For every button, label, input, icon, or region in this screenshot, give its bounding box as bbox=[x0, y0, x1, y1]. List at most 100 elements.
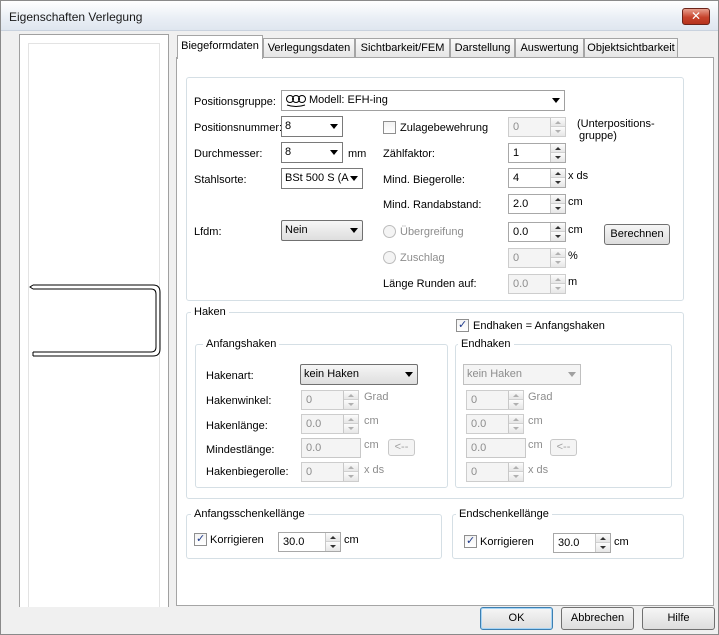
end-hakenart-combo[interactable]: kein Haken bbox=[463, 364, 581, 385]
spin-down-icon[interactable] bbox=[551, 258, 565, 267]
spin-up-icon[interactable] bbox=[551, 223, 565, 232]
end-hakenlaenge-spinner[interactable]: 0.0 bbox=[466, 414, 524, 434]
help-button[interactable]: Hilfe bbox=[642, 607, 715, 630]
spin-up-icon[interactable] bbox=[344, 415, 358, 424]
randabstand-spinner[interactable]: 2.0 bbox=[508, 194, 566, 214]
spin-down-icon[interactable] bbox=[551, 153, 565, 162]
anfangsschenkel-spinner[interactable]: 30.0 bbox=[278, 532, 341, 552]
spin-down-icon[interactable] bbox=[344, 424, 358, 433]
tab-auswertung[interactable]: Auswertung bbox=[515, 38, 584, 58]
positionsgruppe-combo[interactable]: Modell: EFH-ing bbox=[281, 90, 565, 111]
zuschlag-value: 0 bbox=[513, 252, 520, 264]
spin-buttons bbox=[595, 534, 610, 552]
zaehlfaktor-spinner[interactable]: 1 bbox=[508, 143, 566, 163]
randabstand-label: Mind. Randabstand: bbox=[383, 199, 482, 211]
durchmesser-combo[interactable]: 8 bbox=[281, 142, 343, 163]
spin-down-icon[interactable] bbox=[326, 542, 340, 551]
tab-objektsichtbarkeit[interactable]: Objektsichtbarkeit bbox=[584, 38, 678, 58]
spin-up-icon[interactable] bbox=[326, 533, 340, 542]
end-hakenlaenge-value: 0.0 bbox=[471, 418, 487, 430]
spin-down-icon[interactable] bbox=[551, 284, 565, 293]
spin-down-icon[interactable] bbox=[509, 424, 523, 433]
zulage-spinner[interactable]: 0 bbox=[508, 117, 566, 137]
spin-buttons bbox=[550, 144, 565, 162]
tab-page-biegeformdaten: Positionsgruppe: Modell: EFH-ing Positio… bbox=[176, 57, 714, 606]
tab-darstellung[interactable]: Darstellung bbox=[450, 38, 515, 58]
spin-up-icon[interactable] bbox=[551, 195, 565, 204]
durchmesser-value: 8 bbox=[285, 146, 292, 158]
randabstand-value: 2.0 bbox=[513, 198, 529, 210]
durchmesser-unit: mm bbox=[348, 148, 367, 160]
spin-down-icon[interactable] bbox=[596, 543, 610, 552]
stahlsorte-combo[interactable]: BSt 500 S (A bbox=[281, 168, 363, 189]
hakenart-label: Hakenart: bbox=[206, 370, 254, 382]
spin-up-icon[interactable] bbox=[551, 144, 565, 153]
biegerolle-unit: x ds bbox=[568, 170, 589, 182]
positionsnummer-combo[interactable]: 8 bbox=[281, 116, 343, 137]
spin-down-icon[interactable] bbox=[551, 204, 565, 213]
spin-down-icon[interactable] bbox=[509, 400, 523, 409]
anfang-mindestlaenge-field[interactable]: 0.0 bbox=[301, 438, 361, 458]
uebergreifung-radio[interactable] bbox=[383, 225, 396, 238]
close-button[interactable]: ✕ bbox=[682, 8, 710, 25]
endhaken-equal-checkbox[interactable] bbox=[456, 318, 469, 332]
end-hakenwinkel-spinner[interactable]: 0 bbox=[466, 390, 524, 410]
anfang-apply-arrow-button[interactable]: <-- bbox=[388, 439, 415, 456]
zaehlfaktor-label: Zählfaktor: bbox=[383, 148, 435, 160]
anfangsschenkel-value: 30.0 bbox=[283, 536, 305, 548]
tab-biegeformdaten[interactable]: Biegeformdaten bbox=[177, 35, 263, 59]
end-hakenbiegerolle-spinner[interactable]: 0 bbox=[466, 462, 524, 482]
stahlsorte-value: BSt 500 S (A bbox=[285, 172, 349, 184]
spin-up-icon[interactable] bbox=[596, 534, 610, 543]
anfang-hakenwinkel-unit: Grad bbox=[364, 391, 389, 403]
zuschlag-radio[interactable] bbox=[383, 251, 396, 264]
spin-up-icon[interactable] bbox=[509, 391, 523, 400]
spin-up-icon[interactable] bbox=[509, 463, 523, 472]
runden-spinner[interactable]: 0.0 bbox=[508, 274, 566, 294]
spin-up-icon[interactable] bbox=[509, 415, 523, 424]
spin-up-icon[interactable] bbox=[551, 118, 565, 127]
positionsgruppe-value: Modell: EFH-ing bbox=[309, 94, 388, 106]
hakenlaenge-label: Hakenlänge: bbox=[206, 420, 268, 432]
end-apply-arrow-button[interactable]: <-- bbox=[550, 439, 577, 456]
spin-down-icon[interactable] bbox=[551, 127, 565, 136]
title-bar[interactable]: Eigenschaften Verlegung ✕ bbox=[1, 1, 718, 31]
chevron-down-icon bbox=[552, 98, 560, 103]
spin-up-icon[interactable] bbox=[551, 169, 565, 178]
endhaken-equal-label: Endhaken = Anfangshaken bbox=[473, 320, 605, 332]
chevron-down-icon bbox=[405, 372, 413, 377]
zuschlag-spinner[interactable]: 0 bbox=[508, 248, 566, 268]
lfdm-label: Lfdm: bbox=[194, 226, 222, 238]
biegerolle-spinner[interactable]: 4 bbox=[508, 168, 566, 188]
spin-down-icon[interactable] bbox=[551, 178, 565, 187]
model-group-icon bbox=[286, 95, 306, 107]
spin-up-icon[interactable] bbox=[344, 391, 358, 400]
end-mindestlaenge-field[interactable]: 0.0 bbox=[466, 438, 526, 458]
spin-up-icon[interactable] bbox=[551, 249, 565, 258]
spin-up-icon[interactable] bbox=[551, 275, 565, 284]
spin-down-icon[interactable] bbox=[344, 400, 358, 409]
spin-down-icon[interactable] bbox=[344, 472, 358, 481]
anfang-hakenwinkel-spinner[interactable]: 0 bbox=[301, 390, 359, 410]
uebergreifung-spinner[interactable]: 0.0 bbox=[508, 222, 566, 242]
anfang-hakenlaenge-spinner[interactable]: 0.0 bbox=[301, 414, 359, 434]
tab-sichtbarkeit-fem[interactable]: Sichtbarkeit/FEM bbox=[355, 38, 450, 58]
anfangsschenkel-korrigieren-checkbox[interactable] bbox=[194, 532, 207, 546]
positionsnummer-value: 8 bbox=[285, 120, 292, 132]
endschenkel-korrigieren-checkbox[interactable] bbox=[464, 534, 477, 548]
anfang-hakenbiegerolle-spinner[interactable]: 0 bbox=[301, 462, 359, 482]
berechnen-button[interactable]: Berechnen bbox=[604, 224, 670, 245]
tab-verlegungsdaten[interactable]: Verlegungsdaten bbox=[263, 38, 355, 58]
endschenkel-spinner[interactable]: 30.0 bbox=[553, 533, 611, 553]
ok-button[interactable]: OK bbox=[480, 607, 553, 630]
spin-down-icon[interactable] bbox=[551, 232, 565, 241]
window-title: Eigenschaften Verlegung bbox=[9, 10, 143, 24]
zulagebewehrung-checkbox[interactable] bbox=[383, 121, 396, 134]
spin-down-icon[interactable] bbox=[509, 472, 523, 481]
spin-up-icon[interactable] bbox=[344, 463, 358, 472]
spin-buttons bbox=[325, 533, 340, 551]
zulage-value: 0 bbox=[513, 121, 520, 133]
cancel-button[interactable]: Abbrechen bbox=[561, 607, 634, 630]
lfdm-combo[interactable]: Nein bbox=[281, 220, 363, 241]
anfang-hakenart-combo[interactable]: kein Haken bbox=[300, 364, 418, 385]
